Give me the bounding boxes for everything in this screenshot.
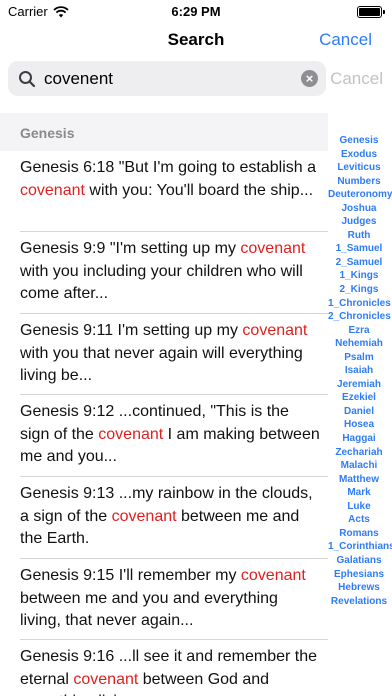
index-item[interactable]: Zechariah bbox=[328, 446, 390, 460]
index-item[interactable]: 1_Chronicles bbox=[328, 297, 391, 311]
search-match: covenant bbox=[240, 240, 306, 257]
index-item[interactable]: 2_Samuel bbox=[328, 256, 390, 270]
index-item[interactable]: Daniel bbox=[328, 405, 390, 419]
verse-text: Genesis 9:11 I'm setting up my covenant … bbox=[20, 322, 308, 385]
results-list: Genesis 6:18 "But I'm going to establish… bbox=[0, 151, 328, 696]
index-item[interactable]: Galatians bbox=[328, 554, 390, 568]
clear-icon[interactable]: × bbox=[301, 70, 318, 87]
index-item[interactable]: 1_Kings bbox=[328, 269, 390, 283]
verse-text: Genesis 9:13 ...my rainbow in the clouds… bbox=[20, 485, 313, 548]
list-item[interactable]: Genesis 9:11 I'm setting up my covenant … bbox=[0, 314, 328, 395]
search-match: covenant bbox=[242, 322, 308, 339]
battery-icon bbox=[357, 6, 385, 18]
index-item[interactable]: Judges bbox=[328, 215, 390, 229]
list-item[interactable]: Genesis 9:13 ...my rainbow in the clouds… bbox=[0, 477, 328, 559]
list-item[interactable]: Genesis 9:9 "I'm setting up my covenant … bbox=[0, 232, 328, 314]
index-item[interactable]: Luke bbox=[328, 500, 390, 514]
list-item[interactable]: Genesis 9:16 ...ll see it and remember t… bbox=[0, 640, 328, 696]
index-item[interactable]: Nehemiah bbox=[328, 337, 390, 351]
index-item[interactable]: Leviticus bbox=[328, 161, 390, 175]
list-item[interactable]: Genesis 9:15 I'll remember my covenant b… bbox=[0, 559, 328, 640]
search-field[interactable]: × bbox=[8, 61, 326, 96]
index-item[interactable]: Numbers bbox=[328, 175, 390, 189]
index-item[interactable]: Ephesians bbox=[328, 568, 390, 582]
section-title: Genesis bbox=[20, 125, 75, 141]
verse-text: Genesis 9:16 ...ll see it and remember t… bbox=[20, 648, 318, 696]
index-item[interactable]: Jeremiah bbox=[328, 378, 390, 392]
index-item[interactable]: Ruth bbox=[328, 229, 390, 243]
search-match: covenant bbox=[111, 507, 177, 525]
index-item[interactable]: Malachi bbox=[328, 459, 390, 473]
search-match: covenant bbox=[98, 425, 164, 443]
index-item[interactable]: Haggai bbox=[328, 432, 390, 446]
search-match: covenant bbox=[73, 670, 139, 688]
book-index-bar[interactable]: Genesis Exodus Leviticus Numbers Deuteronomy… bbox=[328, 134, 392, 609]
index-item[interactable]: Matthew bbox=[328, 473, 390, 487]
index-item[interactable]: Hebrews bbox=[328, 581, 390, 595]
index-item[interactable]: Hosea bbox=[328, 418, 390, 432]
index-item[interactable]: Isaiah bbox=[328, 364, 390, 378]
index-item[interactable]: 1_Samuel bbox=[328, 242, 390, 256]
list-item[interactable]: Genesis 6:18 "But I'm going to establish… bbox=[0, 151, 328, 232]
list-item[interactable]: Genesis 9:12 ...continued, "This is the … bbox=[0, 395, 328, 477]
index-item[interactable]: Acts bbox=[328, 513, 390, 527]
index-item[interactable]: Ezra bbox=[328, 324, 390, 338]
verse-text: Genesis 9:15 I'll remember my covenant b… bbox=[20, 567, 306, 630]
index-item[interactable]: Joshua bbox=[328, 202, 390, 216]
navigation-bar: Search Cancel bbox=[0, 24, 392, 58]
verse-text: Genesis 9:12 ...continued, "This is the … bbox=[20, 403, 320, 466]
search-match: covenant bbox=[240, 567, 306, 584]
index-item[interactable]: Genesis bbox=[328, 134, 390, 148]
search-bar: × Cancel bbox=[0, 61, 392, 97]
index-item[interactable]: Exodus bbox=[328, 148, 390, 162]
status-bar: Carrier 6:29 PM bbox=[0, 0, 392, 24]
section-header: Genesis bbox=[0, 113, 328, 151]
index-item[interactable]: Psalm bbox=[328, 351, 390, 365]
index-item[interactable]: Romans bbox=[328, 527, 390, 541]
search-cancel-button[interactable]: Cancel bbox=[330, 69, 383, 89]
nav-cancel-button[interactable]: Cancel bbox=[319, 30, 372, 50]
verse-text: Genesis 9:9 "I'm setting up my covenant … bbox=[20, 240, 306, 303]
search-input[interactable] bbox=[44, 67, 294, 91]
index-item[interactable]: Ezekiel bbox=[328, 391, 390, 405]
index-item[interactable]: Revelations bbox=[328, 595, 390, 609]
status-time: 6:29 PM bbox=[171, 4, 221, 19]
index-item[interactable]: 2_Chronicles bbox=[328, 310, 391, 324]
index-item[interactable]: Mark bbox=[328, 486, 390, 500]
verse-text: Genesis 6:18 "But I'm going to establish… bbox=[20, 159, 317, 199]
index-item[interactable]: 1_Corinthians bbox=[328, 540, 392, 554]
index-item[interactable]: Deuteronomy bbox=[328, 188, 392, 202]
search-icon bbox=[19, 71, 36, 88]
search-match: covenant bbox=[20, 181, 85, 199]
index-item[interactable]: 2_Kings bbox=[328, 283, 390, 297]
